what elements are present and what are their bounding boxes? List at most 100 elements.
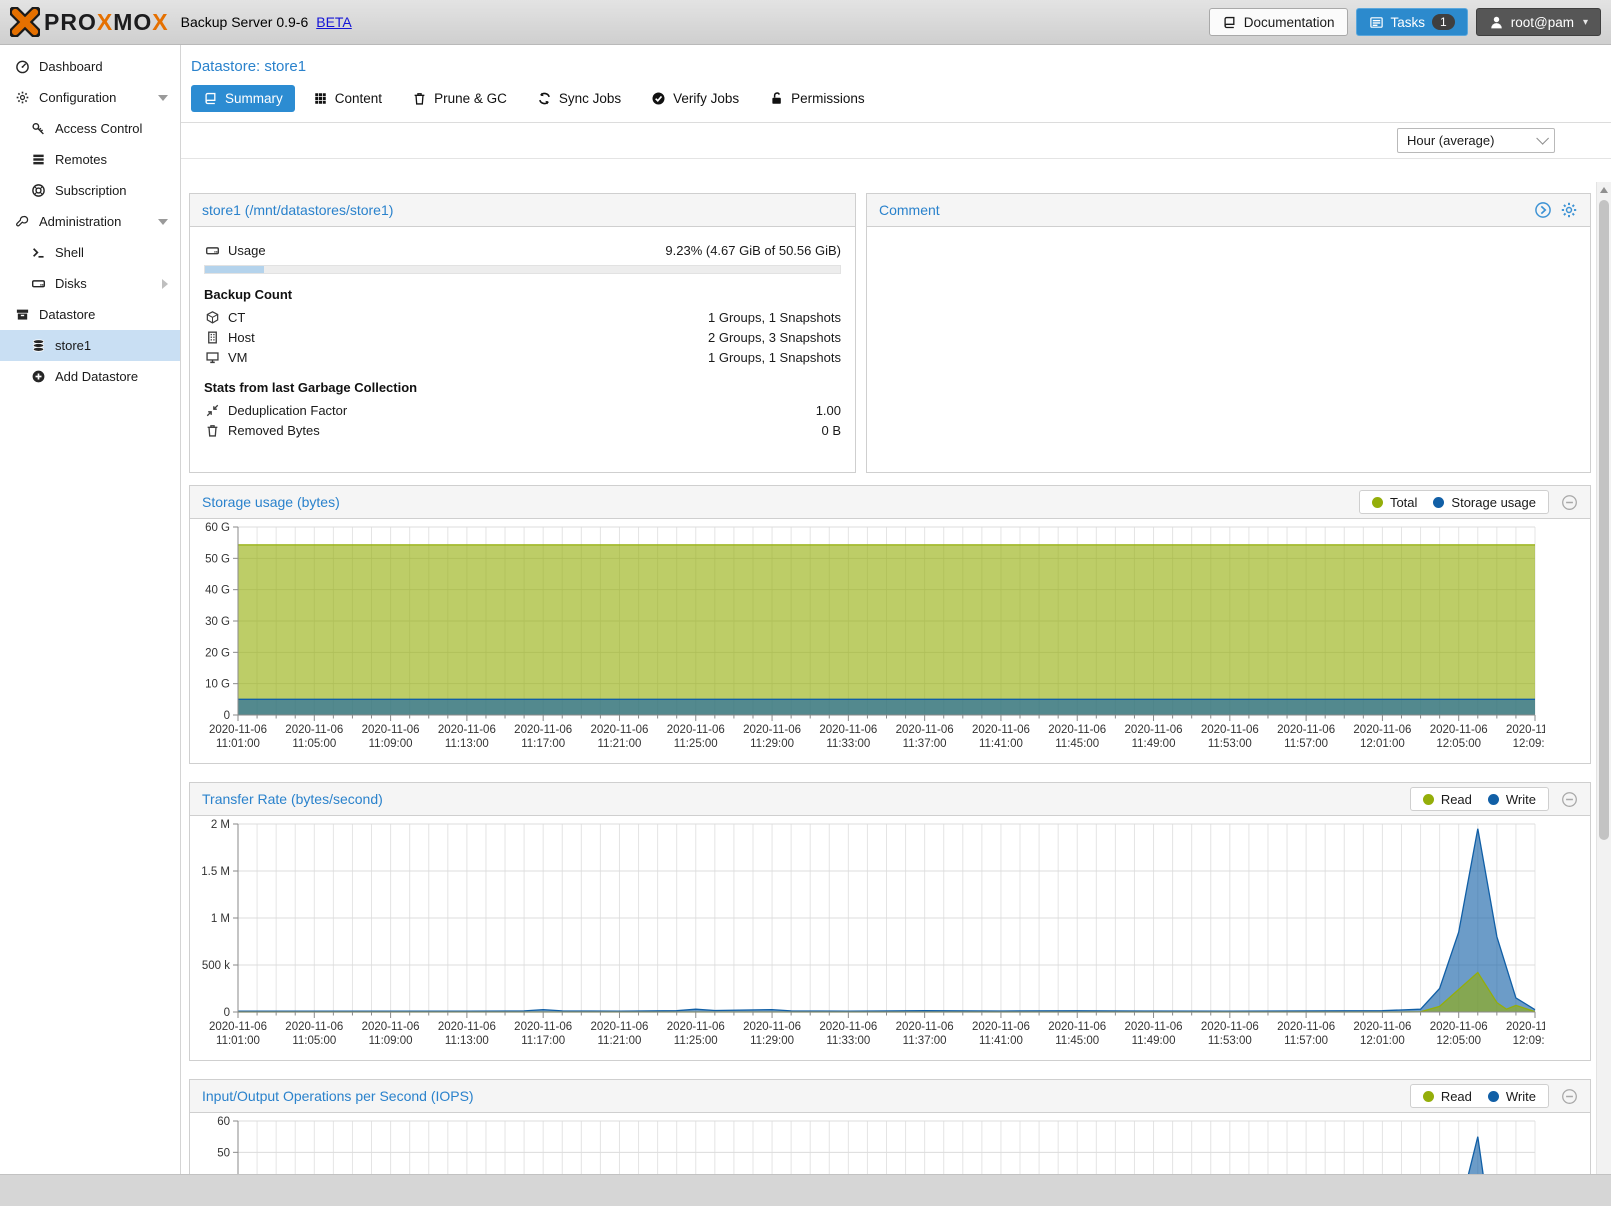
transfer-rate-panel: Transfer Rate (bytes/second) ReadWrite 0… [189, 782, 1591, 1061]
stat-row-host: Host2 Groups, 3 Snapshots [204, 327, 841, 347]
hdd-icon [204, 243, 221, 258]
svg-text:2020-11-06: 2020-11-06 [972, 724, 1030, 736]
server-list-icon [29, 152, 47, 167]
sidebar-item-store1[interactable]: store1 [0, 330, 180, 361]
svg-text:12:01:00: 12:01:00 [1360, 738, 1405, 750]
svg-text:11:25:00: 11:25:00 [674, 1035, 718, 1047]
svg-text:2020-11-06: 2020-11-06 [1506, 724, 1545, 736]
stat-row-vm: VM1 Groups, 1 Snapshots [204, 347, 841, 367]
beta-link[interactable]: BETA [316, 14, 352, 30]
legend-item-storage-usage[interactable]: Storage usage [1433, 495, 1536, 510]
caret-down-icon[interactable] [158, 95, 168, 101]
tab-verify-jobs[interactable]: Verify Jobs [639, 85, 751, 112]
proxmox-logo[interactable]: PROXMOX [10, 7, 169, 37]
main-content: Datastore: store1 SummaryContentPrune & … [181, 45, 1611, 1206]
svg-text:10 G: 10 G [205, 679, 230, 691]
usage-progress-bar [204, 265, 841, 274]
caret-right-icon[interactable] [162, 279, 168, 289]
database-icon [29, 338, 47, 353]
grid-icon [313, 91, 328, 106]
caret-down-icon[interactable] [158, 219, 168, 225]
sidebar-item-disks[interactable]: Disks [0, 268, 180, 299]
legend-item-read[interactable]: Read [1423, 1089, 1472, 1104]
tab-permissions[interactable]: Permissions [757, 85, 877, 112]
tab-prune-gc[interactable]: Prune & GC [400, 85, 519, 112]
legend-item-write[interactable]: Write [1488, 792, 1536, 807]
building-icon [204, 330, 221, 345]
svg-text:12:05:00: 12:05:00 [1436, 738, 1481, 750]
svg-text:11:01:00: 11:01:00 [216, 738, 260, 750]
transfer-chart-legend: Read Write [1410, 787, 1549, 811]
gear-icon[interactable] [1560, 201, 1578, 219]
collapse-icon[interactable] [1561, 1088, 1578, 1105]
svg-text:60 G: 60 G [205, 522, 230, 534]
sidebar-item-add-datastore[interactable]: Add Datastore [0, 361, 180, 392]
documentation-button[interactable]: Documentation [1209, 8, 1348, 36]
time-range-select[interactable]: Hour (average) [1397, 128, 1555, 153]
svg-text:11:41:00: 11:41:00 [979, 1035, 1023, 1047]
sidebar-item-shell[interactable]: Shell [0, 237, 180, 268]
svg-text:2020-11-06: 2020-11-06 [1353, 1021, 1411, 1033]
svg-text:0: 0 [224, 710, 230, 722]
proxmox-backup-app: PROXMOX Backup Server 0.9-6 BETA Documen… [0, 0, 1611, 1206]
svg-text:11:13:00: 11:13:00 [445, 1035, 489, 1047]
hdd-icon [29, 276, 47, 291]
stat-row-removed-bytes: Removed Bytes0 B [204, 420, 841, 440]
legend-dot [1372, 497, 1383, 508]
scrollbar-up-arrow[interactable] [1597, 182, 1611, 198]
legend-item-read[interactable]: Read [1423, 792, 1472, 807]
svg-text:11:33:00: 11:33:00 [826, 738, 870, 750]
compress-icon [204, 403, 221, 418]
sidebar-item-remotes[interactable]: Remotes [0, 144, 180, 175]
svg-text:2020-11-06: 2020-11-06 [896, 724, 954, 736]
store-panel-title: store1 (/mnt/datastores/store1) [202, 202, 393, 218]
app-header: PROXMOX Backup Server 0.9-6 BETA Documen… [0, 0, 1611, 45]
legend-item-total[interactable]: Total [1372, 495, 1417, 510]
svg-text:2020-11-06: 2020-11-06 [1201, 1021, 1259, 1033]
sidebar-item-configuration[interactable]: Configuration [0, 82, 180, 113]
svg-text:11:45:00: 11:45:00 [1055, 738, 1099, 750]
svg-text:30 G: 30 G [205, 616, 230, 628]
tasks-count-badge: 1 [1432, 14, 1455, 30]
svg-text:2020-11-06: 2020-11-06 [285, 1021, 343, 1033]
collapse-icon[interactable] [1561, 791, 1578, 808]
user-menu-button[interactable]: root@pam ▾ [1476, 8, 1601, 36]
sidebar-item-access-control[interactable]: Access Control [0, 113, 180, 144]
sidebar-item-administration[interactable]: Administration [0, 206, 180, 237]
svg-text:2020-11-06: 2020-11-06 [819, 1021, 877, 1033]
legend-item-write[interactable]: Write [1488, 1089, 1536, 1104]
check-badge-icon [651, 91, 666, 106]
svg-text:2020-11-06: 2020-11-06 [896, 1021, 954, 1033]
svg-text:11:05:00: 11:05:00 [292, 1035, 336, 1047]
usage-value: 9.23% (4.67 GiB of 50.56 GiB) [665, 243, 841, 258]
submit-comment-icon[interactable] [1534, 201, 1552, 219]
svg-text:2020-11-06: 2020-11-06 [590, 1021, 648, 1033]
svg-text:11:37:00: 11:37:00 [903, 738, 947, 750]
cube-icon [204, 310, 221, 325]
svg-text:1 M: 1 M [211, 913, 230, 925]
toolbar: Hour (average) [181, 123, 1611, 159]
sidebar-item-dashboard[interactable]: Dashboard [0, 51, 180, 82]
sync-icon [537, 91, 552, 106]
svg-text:500 k: 500 k [202, 960, 230, 972]
plus-circle-icon [29, 369, 47, 384]
tab-content[interactable]: Content [301, 85, 394, 112]
scrollbar-thumb[interactable] [1599, 200, 1609, 840]
tab-sync-jobs[interactable]: Sync Jobs [525, 85, 633, 112]
tab-summary[interactable]: Summary [191, 85, 295, 112]
tasks-button[interactable]: Tasks 1 [1356, 8, 1468, 36]
desktop-icon [204, 350, 221, 365]
svg-text:11:45:00: 11:45:00 [1055, 1035, 1099, 1047]
collapse-icon[interactable] [1561, 494, 1578, 511]
svg-text:12:09:00: 12:09:00 [1513, 738, 1545, 750]
svg-text:2020-11-06: 2020-11-06 [438, 724, 496, 736]
svg-text:11:29:00: 11:29:00 [750, 738, 794, 750]
sidebar-item-subscription[interactable]: Subscription [0, 175, 180, 206]
svg-text:11:33:00: 11:33:00 [826, 1035, 870, 1047]
storage-usage-panel: Storage usage (bytes) TotalStorage usage… [189, 485, 1591, 764]
tasks-list-icon [1369, 15, 1384, 30]
user-icon [1489, 15, 1504, 30]
svg-text:40 G: 40 G [205, 585, 230, 597]
sidebar-item-datastore[interactable]: Datastore [0, 299, 180, 330]
svg-text:50 G: 50 G [205, 553, 230, 565]
